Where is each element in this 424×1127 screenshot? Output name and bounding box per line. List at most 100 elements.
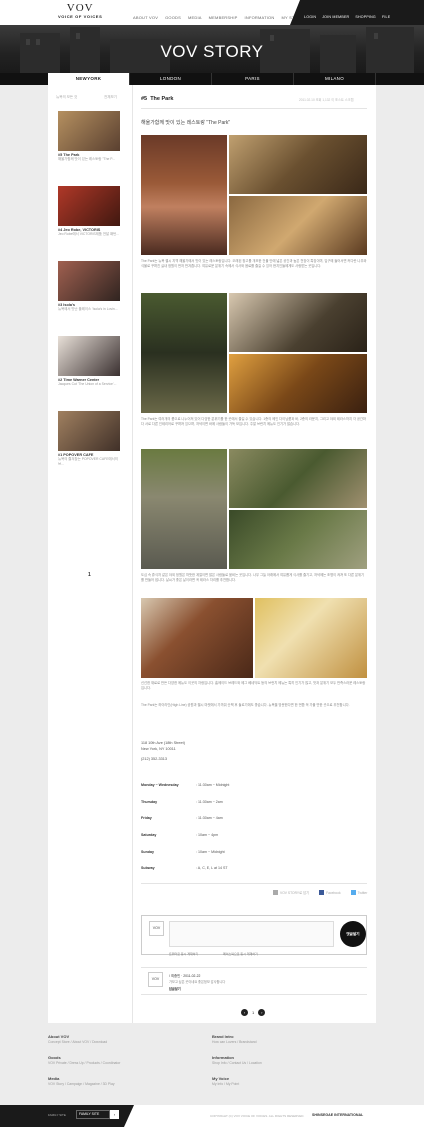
sidebar-item-5[interactable]: #5 The Park 해울가함께 맛이 있는 레스토랑 "The P... <box>58 111 120 162</box>
page-number[interactable]: 1 <box>250 1010 256 1015</box>
sidebar-view-all[interactable]: 전체보기 <box>104 95 117 100</box>
photo-terrace-1 <box>141 449 227 569</box>
nav-item-media[interactable]: MEDIA <box>188 15 202 20</box>
footer-links[interactable]: My Info / My Point <box>212 1082 362 1086</box>
prev-page-button[interactable]: ‹ <box>241 1009 248 1016</box>
nav-item-information[interactable]: INFORMATION <box>245 15 275 20</box>
footer-links[interactable]: Shop Info / Contact Us / Location <box>212 1061 362 1065</box>
sidebar-item-2[interactable]: #2 Time Warner Center Jacques Cut 'The U… <box>58 336 120 387</box>
sidebar-thumb[interactable] <box>58 411 120 451</box>
hours-time: : 10am ~ Midnight <box>196 849 225 854</box>
photo-park-bar <box>229 354 367 413</box>
hours-day: Friday <box>141 816 152 821</box>
next-page-button[interactable]: › <box>258 1009 266 1016</box>
hours-day: Thursday <box>141 799 158 804</box>
sidebar-thumb[interactable] <box>58 186 120 226</box>
brand-tagline: VOICE OF VOICES <box>58 14 103 19</box>
family-site-go-button[interactable]: › <box>110 1110 119 1119</box>
sidebar-item-1[interactable]: #1 POPOVER CAFE 뉴욕의 즐겨찾는 POPOVER CAFE에서의… <box>58 411 120 466</box>
join-link[interactable]: JOIN MEMBER <box>322 15 349 19</box>
nav-item-about[interactable]: ABOUT VOV <box>133 15 158 20</box>
post-number: #5 <box>141 96 148 102</box>
brand-name: VOV <box>66 2 94 14</box>
footer-col-goods: Goods VOV Private / Dress Up / Products … <box>48 1055 198 1065</box>
footer-links[interactable]: How can Lovers / Brandstand <box>212 1040 362 1044</box>
photo-terrace-3 <box>229 510 367 569</box>
post-to-twitter-option[interactable]: 트위터로 동시 게재하기 <box>169 952 198 956</box>
footer-col-brand: Brand Intro How can Lovers / Brandstand <box>212 1034 362 1044</box>
sidebar-page-number[interactable]: 1 <box>88 572 91 578</box>
post-meta: 2011.02.10 조회 1,132 이 포스트 스크랩 <box>299 98 354 102</box>
hours-row: Friday: 11:30am ~ 4am <box>141 810 341 827</box>
footer-col-about: About VOV Concept Store / About VOV / Do… <box>48 1034 198 1044</box>
sidebar-item-desc: Jeo Robe에서 VICTORIS제품 전달 패턴... <box>58 232 120 236</box>
footer-links[interactable]: VOV Private / Dress Up / Products / Coor… <box>48 1061 198 1065</box>
facebook-icon <box>319 890 325 895</box>
footer-heading[interactable]: Information <box>212 1055 362 1060</box>
comment-item: VOV / 최중민 · 2011-02-22 가보고 싶은 곳이네요 좋은정보 … <box>141 967 367 995</box>
login-link[interactable]: LOGIN <box>304 15 316 19</box>
sidebar-thumb[interactable] <box>58 111 120 151</box>
brand-logo[interactable]: VOV VOICE OF VOICES <box>58 2 103 20</box>
footer: About VOV Concept Store / About VOV / Do… <box>0 1023 424 1105</box>
sidebar-item-4[interactable]: #4 Jeo Robe, VICTORIS Jeo Robe에서 VICTORI… <box>58 186 120 237</box>
photo-park-interior-1 <box>229 135 367 194</box>
post-title: The Park <box>150 96 174 102</box>
nav-item-membership[interactable]: MEMBERSHIP <box>209 15 238 20</box>
post-paragraph-5: The Park는 하이라인(High Line) 공원과 첼시 마켓에서 가까… <box>141 703 350 707</box>
main-nav: ABOUT VOV GOODS MEDIA MEMBERSHIP INFORMA… <box>133 15 304 20</box>
post-to-facebook-option[interactable]: 페이스북으로 동시 게재하기 <box>223 952 258 956</box>
post-subtitle: 해울가함께 맛이 있는 레스토랑 "The Park" <box>141 120 231 126</box>
avatar: VOV <box>148 972 163 987</box>
comment-form: VOV 댓글달기 <box>141 915 367 955</box>
comment-text: 가보고 싶은 곳이네요 좋은정보 감사합니다 <box>169 980 226 984</box>
tab-newyork[interactable]: NEWYORK <box>48 73 130 85</box>
city-tabs: NEWYORK LONDON PARIS MILANO <box>48 73 376 85</box>
comment-author: / 최중민 · 2011-02-22 <box>169 974 201 978</box>
sidebar-item-3[interactable]: #3 Isola's 뉴욕에서 맛난 플레이스 'Isola's in Lovi… <box>58 261 120 312</box>
footer-links[interactable]: Concept Store / About VOV / Download <box>48 1040 198 1044</box>
hours-row: Saturday: 10am ~ 4pm <box>141 827 341 844</box>
hours-day: Subway <box>141 866 155 871</box>
footer-heading[interactable]: My Voice <box>212 1076 362 1081</box>
reply-button[interactable]: 답글달기 <box>169 986 181 991</box>
share-bar: VOV STORY로 담기 Facebook Twitter <box>273 890 367 895</box>
footer-heading[interactable]: Goods <box>48 1055 198 1060</box>
post-paragraph-4: 신선한 재료로 만든 다양한 메뉴도 이곳의 자랑입니다. 홈메이드 브레드와 … <box>141 681 366 691</box>
sidebar-heading: 뉴욕의 모든 것 <box>56 95 78 99</box>
nav-item-goods[interactable]: GOODS <box>165 15 181 20</box>
share-twitter[interactable]: Twitter <box>350 890 367 895</box>
copyright: COPYRIGHT (C) VOV VOICE OF VOICES. ALL R… <box>210 1114 305 1118</box>
scrap-icon <box>273 890 278 895</box>
footer-heading[interactable]: Brand Intro <box>212 1034 362 1039</box>
sidebar: 뉴욕의 모든 것 전체보기 #5 The Park 해울가함께 맛이 있는 레스… <box>48 85 132 1023</box>
photo-bread <box>141 598 253 678</box>
comment-submit-button[interactable]: 댓글달기 <box>340 921 366 947</box>
footer-links[interactable]: VOV Story / Campaign / Magazine / 3D Pla… <box>48 1082 198 1086</box>
sidebar-thumb[interactable] <box>58 336 120 376</box>
address-line-2: New York, NY 10011 <box>141 747 176 751</box>
tab-london[interactable]: LONDON <box>130 73 212 85</box>
sidebar-item-desc: 뉴욕의 즐겨찾는 POPOVER CAFE에서의 브... <box>58 457 118 466</box>
top-header: VOV VOICE OF VOICES ABOUT VOV GOODS MEDI… <box>0 0 424 25</box>
share-facebook[interactable]: Facebook <box>319 890 341 895</box>
footer-col-myvoice: My Voice My Info / My Point <box>212 1076 362 1086</box>
footer-heading[interactable]: About VOV <box>48 1034 198 1039</box>
phone-number: (212) 352-3313 <box>141 757 167 761</box>
footer-heading[interactable]: Media <box>48 1076 198 1081</box>
photo-park-dining <box>229 293 367 352</box>
hours-day: Saturday <box>141 833 157 838</box>
share-vov[interactable]: VOV STORY로 담기 <box>273 890 309 895</box>
file-link[interactable]: FILE <box>382 15 390 19</box>
photo-eggs-benedict <box>255 598 367 678</box>
avatar: VOV <box>149 921 164 936</box>
shopping-link[interactable]: SHOPPING <box>355 15 376 19</box>
sidebar-thumb[interactable] <box>58 261 120 301</box>
tab-paris[interactable]: PARIS <box>212 73 294 85</box>
family-site-select[interactable]: FAMILY SITE <box>76 1110 110 1119</box>
pagination: ‹ 1 › <box>241 1009 266 1016</box>
comment-input[interactable] <box>169 921 334 947</box>
company-logo[interactable]: SHINSEGAE INTERNATIONAL <box>312 1113 363 1117</box>
post-paragraph-3: 도심 속 휴식처 같은 야외 정원은 따뜻한 계절이면 많은 사람들로 붐비는 … <box>141 573 365 583</box>
tab-milano[interactable]: MILANO <box>294 73 376 85</box>
